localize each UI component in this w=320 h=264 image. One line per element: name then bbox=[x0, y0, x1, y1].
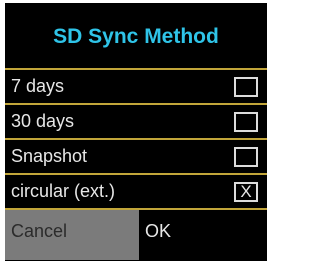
option-label: circular (ext.) bbox=[11, 181, 116, 201]
dialog-title: SD Sync Method bbox=[5, 3, 267, 70]
sync-method-dialog: SD Sync Method 7 days 30 days Snapshot c… bbox=[5, 3, 267, 261]
option-circular-ext[interactable]: circular (ext.) X bbox=[5, 175, 267, 210]
checkbox-7-days[interactable] bbox=[234, 77, 258, 97]
option-snapshot[interactable]: Snapshot bbox=[5, 140, 267, 175]
ok-button[interactable]: OK bbox=[139, 210, 267, 260]
button-bar: Cancel OK bbox=[5, 210, 267, 260]
checkbox-snapshot[interactable] bbox=[234, 147, 258, 167]
checkbox-30-days[interactable] bbox=[234, 112, 258, 132]
option-label: Snapshot bbox=[11, 146, 88, 166]
option-label: 7 days bbox=[11, 76, 65, 96]
checkbox-circular-ext[interactable]: X bbox=[234, 182, 258, 202]
option-30-days[interactable]: 30 days bbox=[5, 105, 267, 140]
cancel-button[interactable]: Cancel bbox=[5, 210, 139, 260]
option-label: 30 days bbox=[11, 111, 75, 131]
option-7-days[interactable]: 7 days bbox=[5, 70, 267, 105]
